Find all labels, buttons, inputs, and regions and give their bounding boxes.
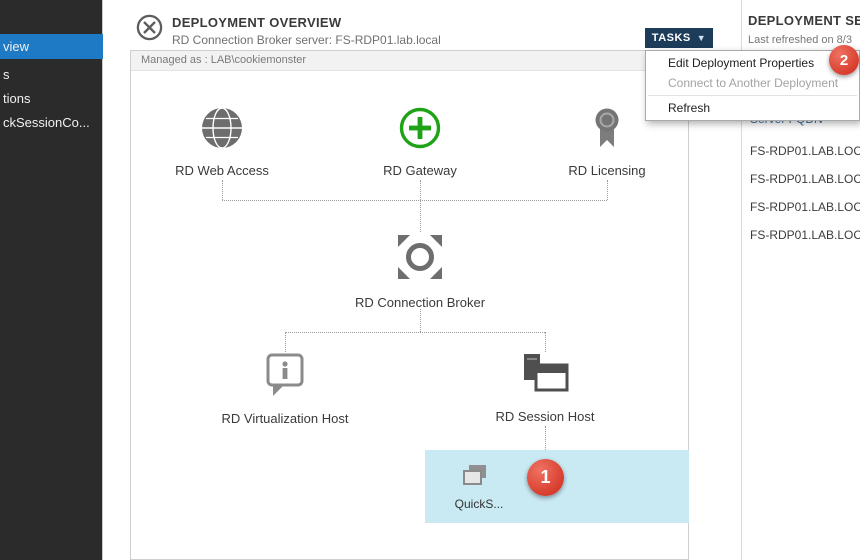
server-fqdn-row[interactable]: FS-RDP01.LAB.LOCAL [750, 222, 860, 248]
managed-as-bar: Managed as : LAB\cookiemonster [131, 51, 688, 71]
sidebar-item-quicksessioncollection[interactable]: ckSessionCo... [0, 112, 103, 134]
node-label: RD Session Host [465, 409, 625, 424]
chevron-down-icon: ▼ [697, 33, 706, 43]
node-rd-web-access[interactable]: RD Web Access [152, 106, 292, 178]
tasks-button-label: TASKS [652, 32, 691, 44]
page-title: DEPLOYMENT OVERVIEW [172, 15, 341, 30]
connector-line [222, 200, 607, 201]
menu-separator [648, 95, 857, 96]
connection-broker-icon [395, 232, 445, 282]
node-label: RD Virtualization Host [195, 411, 375, 426]
connector-line [545, 426, 546, 450]
node-label: RD Web Access [152, 163, 292, 178]
node-rd-virtualization-host[interactable]: RD Virtualization Host [195, 352, 375, 426]
server-fqdn-row[interactable]: FS-RDP01.LAB.LOCAL [750, 166, 860, 192]
globe-icon [200, 106, 244, 150]
green-plus-icon [398, 106, 442, 150]
deployment-overview-icon [136, 14, 163, 46]
node-rd-connection-broker[interactable]: RD Connection Broker [330, 232, 510, 310]
sidebar-item-overview[interactable]: view [0, 34, 103, 59]
virtualization-host-icon [263, 352, 307, 398]
server-manager-rds-screen: view s tions ckSessionCo... DEPLOYMENT O… [0, 0, 860, 560]
connector-line [222, 180, 223, 200]
tasks-button[interactable]: TASKS ▼ [645, 28, 713, 48]
collection-icon [461, 463, 489, 492]
connector-line [420, 200, 421, 232]
node-label: RD Connection Broker [330, 295, 510, 310]
node-rd-gateway[interactable]: RD Gateway [350, 106, 490, 178]
server-fqdn-row[interactable]: FS-RDP01.LAB.LOCAL [750, 194, 860, 220]
licensing-ribbon-icon [585, 106, 629, 150]
connector-line [607, 180, 608, 200]
connector-line [285, 332, 286, 352]
right-panel-title: DEPLOYMENT SERVERS [748, 13, 860, 28]
tasks-dropdown-menu: Edit Deployment Properties Connect to An… [645, 50, 860, 121]
session-host-icon [521, 352, 569, 396]
menu-item-edit-deployment-properties[interactable]: Edit Deployment Properties [646, 53, 859, 73]
menu-item-connect-to-another-deployment: Connect to Another Deployment [646, 73, 859, 93]
connector-line [420, 309, 421, 332]
annotation-badge-1: 1 [527, 459, 564, 496]
connector-line [545, 332, 546, 352]
connector-line [420, 180, 421, 200]
collection-label: QuickS... [449, 497, 509, 511]
server-fqdn-row[interactable]: FS-RDP01.LAB.LOCAL [750, 138, 860, 164]
connector-line [285, 332, 545, 333]
node-label: RD Licensing [537, 163, 677, 178]
node-label: RD Gateway [350, 163, 490, 178]
sidebar-item-servers[interactable]: s [0, 64, 103, 86]
sidebar-item-collections[interactable]: tions [0, 88, 103, 110]
annotation-badge-2: 2 [829, 45, 859, 75]
sidebar: view s tions ckSessionCo... [0, 0, 103, 560]
page-subtitle: RD Connection Broker server: FS-RDP01.la… [172, 33, 441, 47]
node-rd-session-host[interactable]: RD Session Host [465, 352, 625, 424]
menu-item-refresh[interactable]: Refresh [646, 98, 859, 118]
